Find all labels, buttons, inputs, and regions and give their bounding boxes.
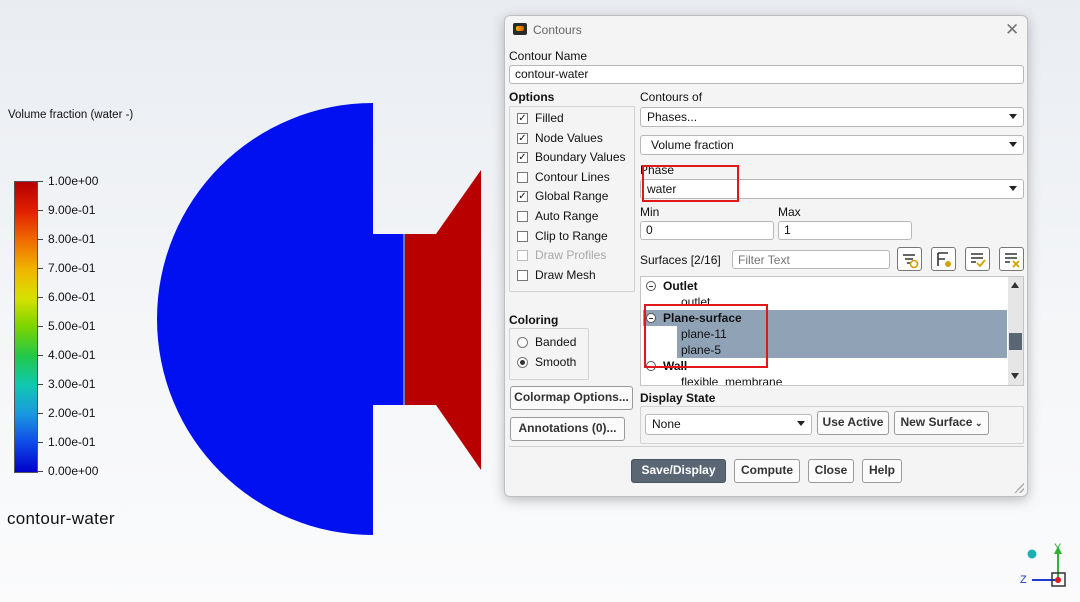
max-input[interactable]: 1 bbox=[778, 221, 912, 240]
surface-filter-input[interactable] bbox=[732, 250, 890, 269]
check-surfaces-button[interactable] bbox=[965, 247, 990, 271]
surface-label: Outlet bbox=[663, 279, 698, 293]
checkbox[interactable] bbox=[517, 171, 528, 183]
max-label: Max bbox=[778, 205, 801, 219]
fluent-app-icon bbox=[513, 23, 527, 35]
compute-button[interactable]: Compute bbox=[734, 459, 800, 483]
surface-item[interactable]: flexible_membrane bbox=[677, 374, 1007, 386]
new-surface-list-button[interactable] bbox=[931, 247, 956, 271]
annotations-button[interactable]: Annotations (0)... bbox=[510, 417, 625, 441]
scroll-thumb[interactable] bbox=[1009, 333, 1022, 350]
dialog-title: Contours bbox=[533, 23, 582, 37]
surface-label: flexible_membrane bbox=[681, 375, 783, 386]
chevron-down-icon bbox=[797, 421, 805, 426]
contours-of-category-select[interactable]: Phases... bbox=[640, 107, 1024, 127]
checkbox[interactable] bbox=[517, 250, 528, 262]
contours-of-quantity-value: Volume fraction bbox=[651, 138, 734, 152]
new-surface-button[interactable]: New Surface ⌄ bbox=[894, 411, 989, 435]
triad-origin-icon bbox=[1027, 549, 1037, 559]
option-label: Contour Lines bbox=[535, 169, 610, 184]
surface-group[interactable]: Outlet bbox=[643, 278, 1007, 294]
highlight-phase-box bbox=[642, 165, 739, 202]
colormap-options-button[interactable]: Colormap Options... bbox=[510, 386, 633, 410]
radio-button[interactable] bbox=[517, 357, 528, 368]
option-label: Auto Range bbox=[535, 209, 599, 223]
footer-divider bbox=[509, 446, 1024, 447]
select-all-surfaces-button[interactable] bbox=[897, 247, 922, 271]
new-surface-label: New Surface bbox=[900, 415, 973, 429]
axis-z-label: Z bbox=[1020, 574, 1027, 586]
coloring-option-label: Banded bbox=[535, 335, 577, 349]
list-new-icon bbox=[937, 252, 951, 267]
chevron-down-icon bbox=[1009, 142, 1017, 147]
air-region bbox=[405, 170, 481, 470]
option-label: Global Range bbox=[535, 189, 609, 204]
chevron-down-icon bbox=[1009, 114, 1017, 119]
chevron-down-icon: ⌄ bbox=[972, 418, 983, 428]
close-button[interactable]: Close bbox=[808, 459, 854, 483]
collapse-icon[interactable] bbox=[646, 281, 656, 291]
option-label: Draw Profiles bbox=[535, 248, 607, 263]
checkbox[interactable] bbox=[517, 211, 528, 222]
surfaces-label: Surfaces [2/16] bbox=[640, 253, 721, 267]
contours-dialog: Contours ✕ Contour Name contour-water Op… bbox=[504, 15, 1028, 497]
scroll-down-icon[interactable] bbox=[1011, 373, 1019, 379]
coloring-label: Coloring bbox=[509, 313, 559, 327]
coloring-option-label: Smooth bbox=[535, 355, 577, 369]
surfaces-scrollbar[interactable] bbox=[1008, 277, 1023, 385]
min-label: Min bbox=[640, 205, 660, 219]
help-button[interactable]: Help bbox=[862, 459, 902, 483]
checkbox[interactable]: ✓ bbox=[517, 132, 528, 144]
option-label: Clip to Range bbox=[535, 228, 608, 243]
option-label: Boundary Values bbox=[535, 150, 626, 165]
clear-surfaces-button[interactable] bbox=[999, 247, 1024, 271]
radio-button[interactable] bbox=[517, 337, 528, 348]
use-active-button[interactable]: Use Active bbox=[817, 411, 889, 435]
options-label: Options bbox=[509, 90, 555, 104]
highlight-surfaces-box bbox=[644, 304, 768, 368]
save-display-button[interactable]: Save/Display bbox=[631, 459, 726, 483]
display-state-value: None bbox=[652, 417, 681, 431]
contours-of-category-value: Phases... bbox=[647, 110, 698, 124]
scroll-up-icon[interactable] bbox=[1011, 282, 1019, 288]
dialog-titlebar[interactable]: Contours ✕ bbox=[505, 16, 1027, 44]
close-icon[interactable]: ✕ bbox=[1005, 20, 1019, 40]
min-input[interactable]: 0 bbox=[640, 221, 774, 240]
option-label: Filled bbox=[535, 111, 564, 125]
list-filter-icon bbox=[903, 254, 919, 269]
display-state-label: Display State bbox=[640, 391, 716, 405]
chevron-down-icon bbox=[1009, 186, 1017, 191]
checkbox[interactable]: ✓ bbox=[517, 191, 528, 203]
resize-grip-icon[interactable] bbox=[1014, 483, 1024, 493]
list-clear-icon bbox=[1005, 253, 1020, 268]
checkbox[interactable] bbox=[517, 230, 528, 242]
list-check-icon bbox=[971, 253, 986, 268]
contour-name-label: Contour Name bbox=[509, 49, 588, 63]
contours-of-label: Contours of bbox=[640, 90, 703, 104]
checkbox[interactable] bbox=[517, 269, 528, 281]
contours-of-quantity-select[interactable]: Volume fraction bbox=[640, 135, 1024, 155]
option-label: Node Values bbox=[535, 130, 603, 145]
axis-triad[interactable] bbox=[1018, 540, 1078, 600]
option-label: Draw Mesh bbox=[535, 267, 596, 282]
axis-y-label: Y bbox=[1054, 542, 1062, 554]
checkbox[interactable]: ✓ bbox=[517, 152, 528, 164]
water-region bbox=[157, 103, 404, 535]
display-state-select[interactable]: None bbox=[645, 414, 812, 435]
contour-name-input[interactable]: contour-water bbox=[509, 65, 1024, 84]
checkbox[interactable]: ✓ bbox=[517, 113, 528, 124]
